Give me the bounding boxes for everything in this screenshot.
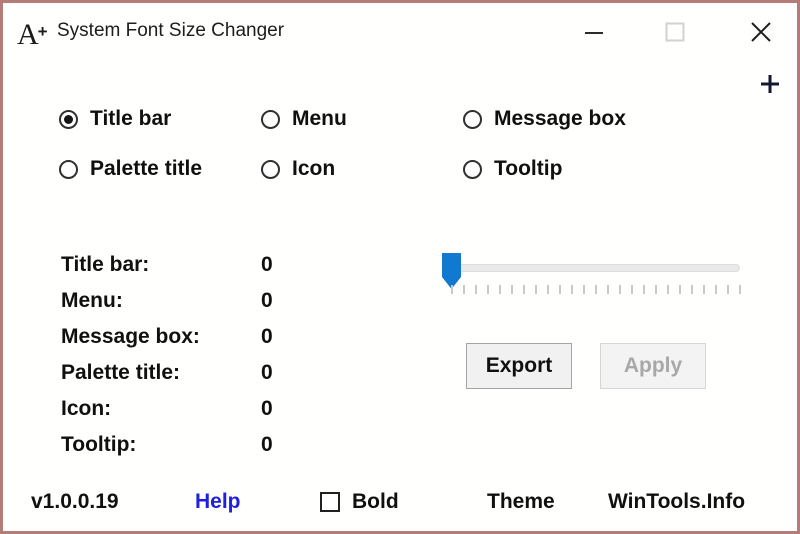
bold-checkbox[interactable]: Bold: [320, 490, 399, 514]
radio-indicator-icon: [463, 160, 482, 179]
minimize-button[interactable]: [573, 13, 615, 51]
value-label: Tooltip:: [61, 433, 136, 457]
slider-tick: [691, 285, 693, 294]
value-label: Title bar:: [61, 253, 149, 277]
radio-row-1: Title bar Menu Message box: [59, 107, 759, 157]
radio-indicator-icon: [261, 110, 280, 129]
radio-label: Icon: [292, 157, 335, 181]
slider-tick: [487, 285, 489, 294]
radio-indicator-icon: [463, 110, 482, 129]
slider-tick: [643, 285, 645, 294]
slider-tick: [739, 285, 741, 294]
slider-tick: [631, 285, 633, 294]
wintools-link[interactable]: WinTools.Info: [608, 490, 745, 514]
font-target-radio-group: Title bar Menu Message box Palette title…: [59, 107, 759, 207]
radio-icon[interactable]: Icon: [261, 157, 335, 181]
slider-tick: [727, 285, 729, 294]
close-icon: [749, 20, 773, 44]
value-label: Menu:: [61, 289, 123, 313]
radio-label: Title bar: [90, 107, 171, 131]
value-label: Message box:: [61, 325, 200, 349]
help-link[interactable]: Help: [195, 490, 241, 514]
slider-tick: [715, 285, 717, 294]
slider-tick: [655, 285, 657, 294]
radio-label: Palette title: [90, 157, 202, 181]
apply-button[interactable]: Apply: [600, 343, 706, 389]
slider-tick: [607, 285, 609, 294]
slider-tick: [511, 285, 513, 294]
radio-indicator-icon: [59, 160, 78, 179]
value-number: 0: [261, 325, 273, 349]
radio-palette-title[interactable]: Palette title: [59, 157, 202, 181]
slider-tick-marks: [451, 285, 741, 297]
version-label: v1.0.0.19: [31, 490, 119, 514]
app-window: A+ System Font Size Changer: [0, 0, 800, 534]
radio-title-bar[interactable]: Title bar: [59, 107, 171, 131]
value-number: 0: [261, 361, 273, 385]
slider-tick: [667, 285, 669, 294]
radio-message-box[interactable]: Message box: [463, 107, 626, 131]
slider-tick: [679, 285, 681, 294]
close-button[interactable]: [740, 13, 782, 51]
slider-tick: [703, 285, 705, 294]
font-size-slider[interactable]: [440, 251, 740, 301]
maximize-icon: [665, 22, 685, 42]
slider-tick: [547, 285, 549, 294]
radio-indicator-icon: [261, 160, 280, 179]
slider-tick: [451, 285, 453, 294]
app-logo-plus: +: [38, 22, 47, 41]
radio-menu[interactable]: Menu: [261, 107, 347, 131]
slider-tick: [571, 285, 573, 294]
window-title: System Font Size Changer: [57, 20, 284, 42]
radio-label: Tooltip: [494, 157, 562, 181]
slider-track[interactable]: [450, 264, 740, 272]
value-label: Icon:: [61, 397, 111, 421]
value-number: 0: [261, 397, 273, 421]
slider-tick: [463, 285, 465, 294]
bottom-bar: v1.0.0.19 Help Bold Theme WinTools.Info: [3, 490, 797, 534]
value-label: Palette title:: [61, 361, 180, 385]
slider-tick: [619, 285, 621, 294]
value-number: 0: [261, 433, 273, 457]
plus-icon: [758, 72, 782, 101]
slider-tick: [595, 285, 597, 294]
app-logo-icon: A+: [17, 16, 51, 48]
radio-indicator-icon: [59, 110, 78, 129]
radio-label: Message box: [494, 107, 626, 131]
app-logo-letter: A: [17, 18, 38, 51]
slider-tick: [559, 285, 561, 294]
export-button[interactable]: Export: [466, 343, 572, 389]
value-number: 0: [261, 253, 273, 277]
theme-button[interactable]: Theme: [487, 490, 555, 514]
value-number: 0: [261, 289, 273, 313]
slider-tick: [535, 285, 537, 294]
checkbox-icon: [320, 492, 340, 512]
slider-tick: [475, 285, 477, 294]
maximize-button[interactable]: [654, 13, 696, 51]
minimize-icon: [583, 26, 605, 38]
slider-tick: [523, 285, 525, 294]
radio-label: Menu: [292, 107, 347, 131]
title-bar: A+ System Font Size Changer: [3, 3, 797, 61]
bold-label: Bold: [352, 490, 399, 514]
slider-tick: [499, 285, 501, 294]
radio-tooltip[interactable]: Tooltip: [463, 157, 562, 181]
slider-thumb[interactable]: [442, 253, 461, 289]
add-button[interactable]: [755, 71, 785, 101]
slider-tick: [583, 285, 585, 294]
radio-row-2: Palette title Icon Tooltip: [59, 157, 759, 207]
